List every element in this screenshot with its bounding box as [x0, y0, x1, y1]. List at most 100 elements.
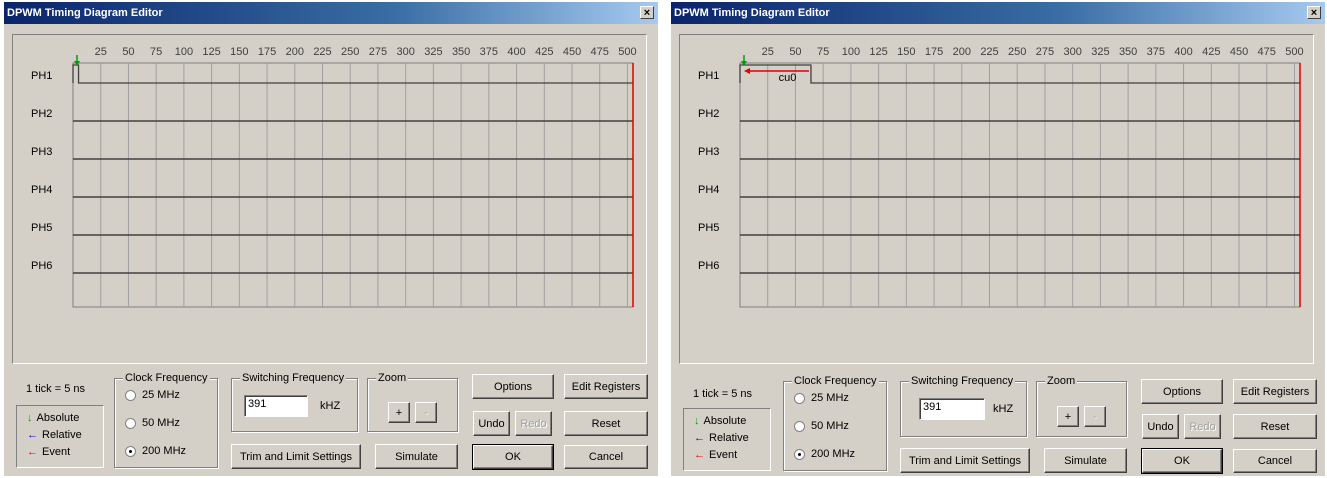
tick-label: 100 [175, 46, 193, 58]
legend-box: ↓ Absolute ← Relative ← Event [683, 408, 771, 471]
radio-circle[interactable] [125, 417, 136, 429]
radio-25mhz[interactable]: 25 MHz [794, 392, 849, 404]
undo-button[interactable]: Undo [1142, 414, 1179, 439]
ok-button[interactable]: OK [1141, 448, 1223, 474]
tick-label: 475 [1258, 46, 1276, 58]
legend-event: Event [42, 446, 71, 458]
radio-circle-selected[interactable] [125, 445, 136, 457]
tick-label: 250 [341, 46, 359, 58]
edit-registers-button[interactable]: Edit Registers [564, 374, 648, 399]
tick-label: 300 [396, 46, 414, 58]
tick-label: 425 [1202, 46, 1220, 58]
zoom-in-button[interactable]: + [1057, 406, 1079, 427]
radio-circle[interactable] [794, 392, 805, 404]
radio-200mhz[interactable]: 200 MHz [125, 445, 186, 457]
switching-frequency-input[interactable]: 391 [244, 395, 308, 417]
simulate-button[interactable]: Simulate [1044, 448, 1127, 473]
radio-circle-selected[interactable] [794, 448, 805, 460]
tick-label: 500 [618, 46, 636, 58]
tick-label: 375 [1147, 46, 1165, 58]
absolute-arrow-icon: ↓ [27, 412, 33, 424]
radio-circle[interactable] [125, 389, 136, 401]
tick-label: 225 [313, 46, 331, 58]
tick-label: 225 [980, 46, 998, 58]
edit-registers-button[interactable]: Edit Registers [1233, 379, 1317, 404]
phase-label-ph4: PH4 [698, 184, 719, 196]
timing-diagram-svg[interactable]: 25 50 75 100 125 150 175 200 225 250 275 300 325 350 3… [680, 35, 1313, 363]
clock-frequency-label: Clock Frequency [123, 372, 210, 385]
phase-label-ph1: PH1 [698, 70, 719, 82]
phase-label-ph5: PH5 [698, 222, 719, 234]
cancel-button[interactable]: Cancel [1233, 449, 1317, 473]
tick-label: 350 [1119, 46, 1137, 58]
clock-frequency-group: Clock Frequency 25 MHz 50 MHz 200 MHz [783, 375, 887, 471]
legend-absolute: Absolute [36, 412, 80, 424]
trim-limit-settings-button[interactable]: Trim and Limit Settings [231, 444, 361, 469]
reset-button[interactable]: Reset [564, 411, 648, 436]
tick-label: 425 [535, 46, 553, 58]
tick-label: 350 [452, 46, 470, 58]
radio-50mhz[interactable]: 50 MHz [125, 417, 180, 429]
radio-25mhz[interactable]: 25 MHz [125, 389, 180, 401]
switching-frequency-group: Switching Frequency 391 kHZ [231, 372, 358, 432]
legend-box: ↓ Absolute ← Relative ← Event [16, 405, 104, 468]
options-button[interactable]: Options [1141, 379, 1223, 404]
switching-frequency-input[interactable]: 391 [919, 398, 985, 420]
trim-limit-settings-button[interactable]: Trim and Limit Settings [900, 448, 1030, 473]
tick-label: 175 [258, 46, 276, 58]
tick-info: 1 tick = 5 ns [693, 388, 753, 400]
tick-label: 275 [369, 46, 387, 58]
timing-diagram-canvas[interactable]: 25 50 75 100 125 150 175 200 225 250 275 300 325 350 3… [12, 34, 647, 364]
tick-label: 150 [230, 46, 248, 58]
timing-diagram-canvas[interactable]: 25 50 75 100 125 150 175 200 225 250 275 300 325 350 3… [679, 34, 1314, 364]
zoom-out-button[interactable]: - [415, 402, 437, 423]
switching-frequency-label: Switching Frequency [240, 372, 347, 385]
undo-button[interactable]: Undo [473, 411, 510, 436]
options-button[interactable]: Options [472, 374, 554, 399]
phase-label-ph4: PH4 [31, 184, 52, 196]
tick-info: 1 tick = 5 ns [26, 383, 86, 395]
legend-event: Event [709, 449, 738, 461]
close-icon[interactable]: × [640, 6, 654, 19]
timing-diagram-svg[interactable]: 25 50 75 100 125 150 175 200 225 250 275 300 325 350 3… [13, 35, 646, 363]
redo-button[interactable]: Redo [515, 411, 552, 436]
redo-button[interactable]: Redo [1184, 414, 1221, 439]
tick-label: 25 [95, 46, 107, 58]
simulate-button[interactable]: Simulate [375, 444, 458, 469]
plot-frame [72, 62, 634, 308]
tick-label: 50 [122, 46, 134, 58]
radio-200mhz[interactable]: 200 MHz [794, 448, 855, 460]
cancel-button[interactable]: Cancel [564, 445, 648, 469]
tick-label: 50 [789, 46, 801, 58]
switching-frequency-label: Switching Frequency [909, 375, 1016, 388]
plot-frame [739, 62, 1301, 308]
event-arrow-icon: ← [27, 446, 38, 458]
tick-label: 450 [1230, 46, 1248, 58]
zoom-group: Zoom + - [367, 372, 458, 432]
close-icon[interactable]: × [1307, 6, 1321, 19]
phase-label-ph2: PH2 [31, 108, 52, 120]
tick-label: 125 [869, 46, 887, 58]
phase-label-ph1: PH1 [31, 70, 52, 82]
dpwm-editor-window-2: DPWM Timing Diagram Editor × 25 50 75 100 12… [671, 2, 1325, 476]
ok-button[interactable]: OK [472, 444, 554, 470]
title-bar: DPWM Timing Diagram Editor [4, 2, 658, 24]
tick-label: 75 [150, 46, 162, 58]
tick-label: 200 [286, 46, 304, 58]
zoom-in-button[interactable]: + [388, 402, 410, 423]
tick-label: 325 [424, 46, 442, 58]
phase-label-ph5: PH5 [31, 222, 52, 234]
phase-label-ph2: PH2 [698, 108, 719, 120]
dpwm-editor-window-1: DPWM Timing Diagram Editor × 25 50 75 100 12… [4, 2, 658, 476]
zoom-label: Zoom [376, 372, 409, 385]
zoom-label: Zoom [1045, 375, 1078, 388]
zoom-out-button[interactable]: - [1084, 406, 1106, 427]
switching-unit-label: kHZ [320, 400, 341, 412]
radio-circle[interactable] [794, 420, 805, 432]
legend-absolute: Absolute [703, 415, 747, 427]
reset-button[interactable]: Reset [1233, 414, 1317, 439]
tick-label: 175 [925, 46, 943, 58]
radio-50mhz[interactable]: 50 MHz [794, 420, 849, 432]
tick-label: 500 [1285, 46, 1303, 58]
relative-arrow-icon: ← [27, 429, 38, 441]
